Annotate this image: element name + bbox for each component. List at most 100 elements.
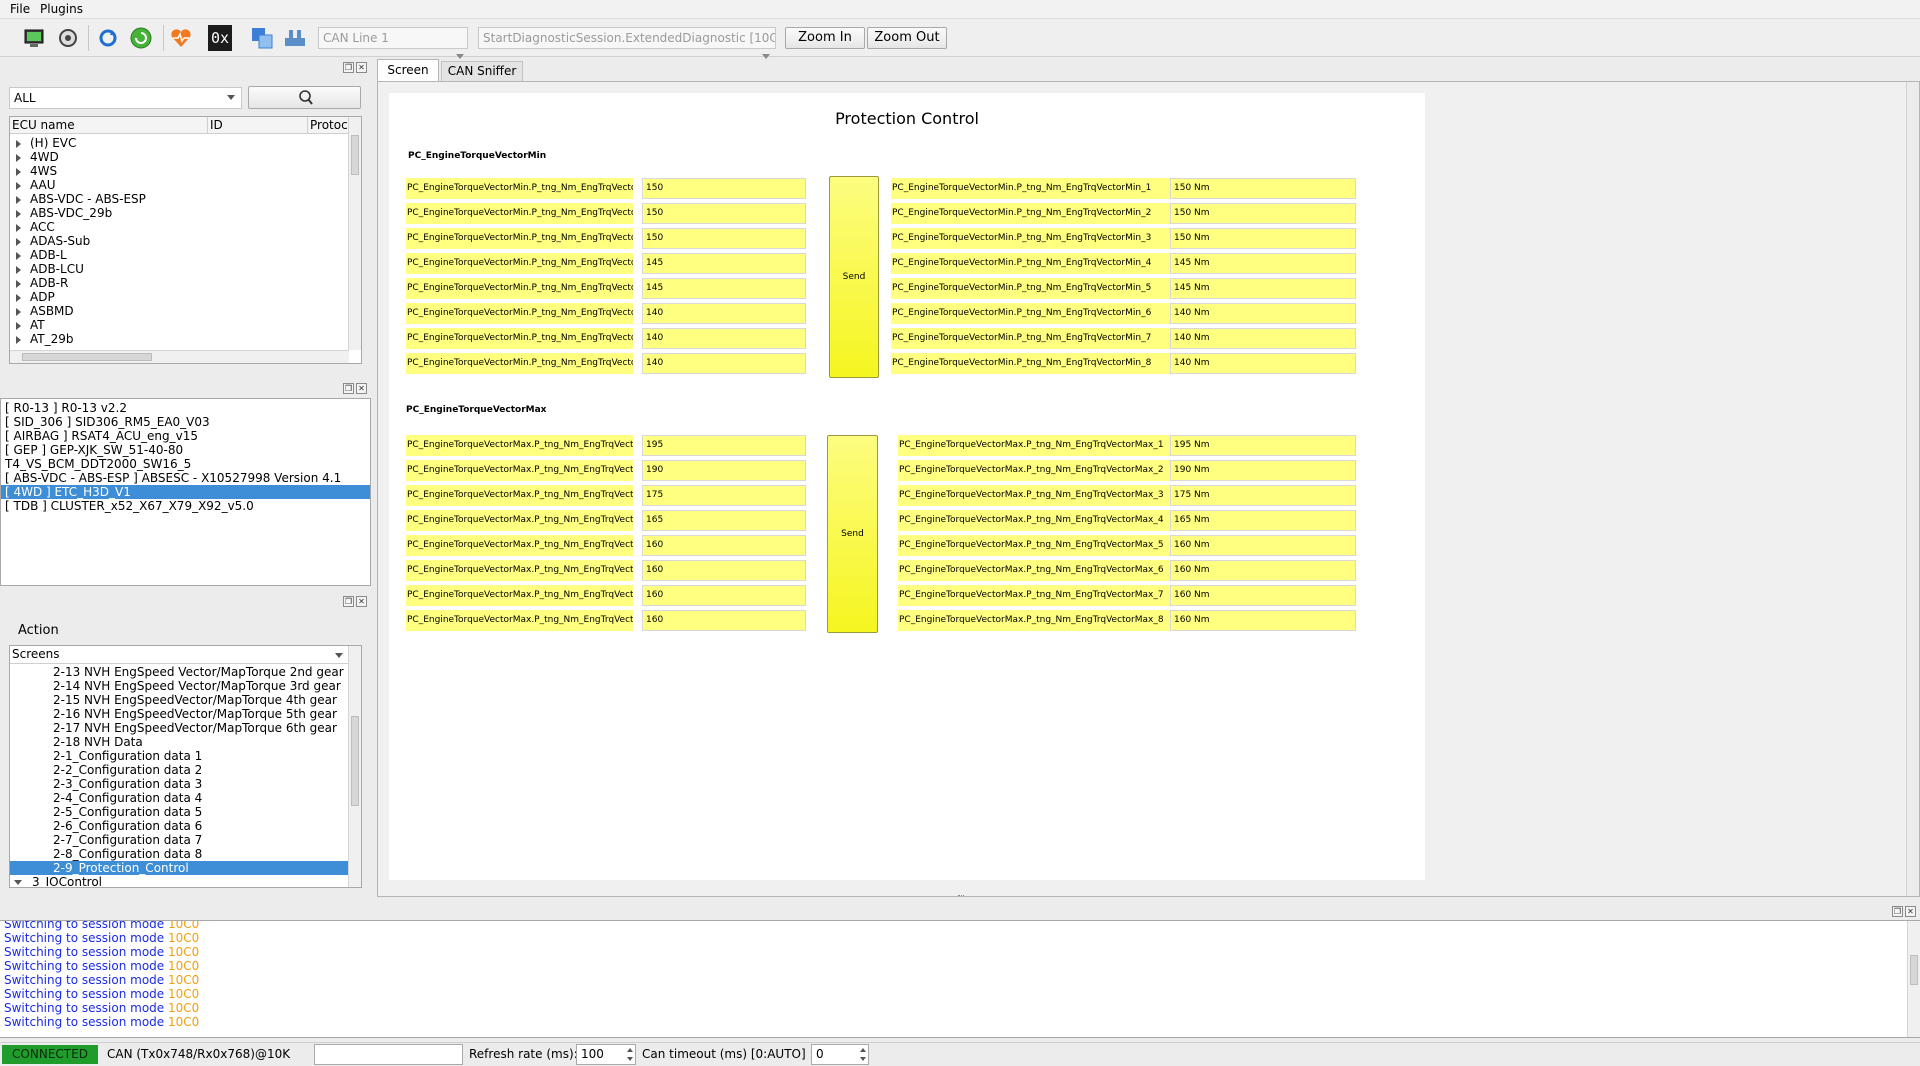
device-list-item[interactable]: [ R0-13 ] R0-13 v2.2 (1, 401, 370, 415)
close-icon[interactable]: ✕ (1905, 906, 1916, 917)
spin-down-icon[interactable] (860, 1057, 866, 1061)
action-item[interactable]: 2-17 NVH EngSpeedVector/MapTorque 6th ge… (10, 721, 349, 735)
hex-mode-icon[interactable]: 0x (208, 25, 232, 51)
ecu-tree-item[interactable]: ADP (16, 290, 55, 304)
expand-arrow-icon[interactable] (16, 237, 21, 246)
expand-arrow-icon[interactable] (16, 279, 21, 288)
spin-up-icon[interactable] (627, 1048, 633, 1052)
connect-icon[interactable] (128, 25, 154, 51)
scroll-thumb[interactable] (22, 353, 152, 361)
device-list-item[interactable]: T4_VS_BCM_DDT2000_SW16_5 (1, 457, 370, 471)
ecu-tree-item[interactable]: ASBMD (16, 304, 74, 318)
expand-arrow-icon[interactable] (16, 251, 21, 260)
action-item[interactable]: 2-15 NVH EngSpeedVector/MapTorque 4th ge… (10, 693, 349, 707)
col-id[interactable]: ID (210, 118, 223, 132)
menu-file[interactable]: File (10, 2, 30, 16)
zoom-out-button[interactable]: Zoom Out (867, 27, 947, 49)
expand-arrow-icon[interactable] (16, 293, 21, 302)
refresh-rate-spinbox[interactable]: 100 (576, 1044, 636, 1065)
value-input[interactable]: 195 (642, 435, 806, 456)
ecu-tree-hscroll[interactable] (10, 350, 349, 363)
value-input[interactable]: 165 (642, 510, 806, 531)
ecu-search-button[interactable] (248, 86, 361, 109)
expand-arrow-icon[interactable] (16, 167, 21, 176)
expand-arrow-icon[interactable] (16, 139, 21, 148)
action-type-select[interactable]: Screens (10, 646, 349, 664)
col-ecu-name[interactable]: ECU name (12, 118, 75, 132)
ecu-tree-item[interactable]: ABS-VDC_29b (16, 206, 112, 220)
network-icon[interactable] (282, 25, 308, 51)
action-item[interactable]: 2-14 NVH EngSpeed Vector/MapTorque 3rd g… (10, 679, 349, 693)
close-icon[interactable]: ✕ (356, 596, 367, 607)
float-icon[interactable]: ❐ (343, 596, 354, 607)
translate-icon[interactable] (249, 25, 275, 51)
ecu-tree-item[interactable]: 4WS (16, 164, 57, 178)
value-input[interactable]: 160 (642, 610, 806, 631)
expand-arrow-icon[interactable] (16, 265, 21, 274)
ecu-tree-vscroll[interactable] (348, 117, 361, 350)
ecu-filter-select[interactable]: ALL (9, 87, 242, 109)
can-timeout-spinbox[interactable]: 0 (811, 1044, 869, 1065)
action-item[interactable]: 2-8_Configuration data 8 (10, 847, 349, 861)
action-item[interactable]: 2-2_Configuration data 2 (10, 763, 349, 777)
value-input[interactable]: 190 (642, 460, 806, 481)
expand-arrow-icon[interactable] (16, 195, 21, 204)
ecu-tree-item[interactable]: ABS-VDC - ABS-ESP (16, 192, 146, 206)
ecu-tree-item[interactable]: AT (16, 318, 45, 332)
expand-arrow-icon[interactable] (16, 321, 21, 330)
value-input[interactable]: 160 (642, 560, 806, 581)
action-item[interactable]: 2-18 NVH Data (10, 735, 349, 749)
heartbeat-icon[interactable] (168, 25, 194, 51)
send-max-button[interactable]: Send (827, 435, 878, 633)
expand-arrow-icon[interactable] (16, 223, 21, 232)
value-input[interactable]: 160 (642, 535, 806, 556)
refresh-icon[interactable] (95, 25, 121, 51)
tab-screen[interactable]: Screen (377, 59, 439, 81)
device-list-item[interactable]: [ 4WD ] ETC_H3D_V1 (1, 485, 370, 499)
scan-gear-icon[interactable] (55, 25, 81, 51)
menu-plugins[interactable]: Plugins (40, 2, 83, 16)
scroll-thumb[interactable] (1910, 955, 1918, 985)
device-list-item[interactable]: [ GEP ] GEP-XJK_SW_51-40-80 (1, 443, 370, 457)
action-item[interactable]: 2-5_Configuration data 5 (10, 805, 349, 819)
device-list-item[interactable]: [ SID_306 ] SID306_RM5_EA0_V03 (1, 415, 370, 429)
collapse-arrow-icon[interactable] (14, 880, 22, 885)
expand-arrow-icon[interactable] (16, 153, 21, 162)
zoom-in-button[interactable]: Zoom In (785, 27, 865, 49)
float-icon[interactable]: ❐ (343, 62, 354, 73)
scroll-thumb[interactable] (351, 135, 359, 175)
expand-arrow-icon[interactable] (16, 181, 21, 190)
expand-arrow-icon[interactable] (16, 209, 21, 218)
screen-vscroll[interactable] (1906, 82, 1919, 896)
device-list-item[interactable]: [ TDB ] CLUSTER_x52_X67_X79_X92_v5.0 (1, 499, 370, 513)
spin-up-icon[interactable] (860, 1048, 866, 1052)
action-item[interactable]: 2-13 NVH EngSpeed Vector/MapTorque 2nd g… (10, 665, 349, 679)
action-item[interactable]: 2-6_Configuration data 6 (10, 819, 349, 833)
ecu-tree-item[interactable]: ADB-R (16, 276, 68, 290)
ecu-monitor-icon[interactable] (21, 25, 47, 51)
ecu-tree-item[interactable]: ADB-L (16, 248, 67, 262)
expand-arrow-icon[interactable] (16, 307, 21, 316)
can-line-select[interactable]: CAN Line 1 (318, 27, 468, 49)
send-min-button[interactable]: Send (829, 176, 879, 378)
device-list-item[interactable]: [ AIRBAG ] RSAT4_ACU_eng_v15 (1, 429, 370, 443)
log-vscroll[interactable] (1907, 921, 1920, 1037)
ecu-tree-item[interactable]: (H) EVC (16, 136, 76, 150)
action-item[interactable]: 2-4_Configuration data 4 (10, 791, 349, 805)
action-vscroll[interactable] (348, 646, 361, 887)
ecu-tree-item[interactable]: ADAS-Sub (16, 234, 90, 248)
float-icon[interactable]: ❐ (1892, 906, 1903, 917)
action-item[interactable]: 2-1_Configuration data 1 (10, 749, 349, 763)
close-icon[interactable]: ✕ (356, 62, 367, 73)
action-group-item[interactable]: 3_IOControl (10, 875, 102, 887)
action-item[interactable]: 2-9_Protection_Control (10, 861, 349, 875)
scroll-thumb[interactable] (351, 716, 359, 806)
tab-can-sniffer[interactable]: CAN Sniffer (441, 61, 523, 81)
value-input[interactable]: 175 (642, 485, 806, 506)
ecu-tree-item[interactable]: 4WD (16, 150, 59, 164)
close-icon[interactable]: ✕ (356, 383, 367, 394)
ecu-tree-item[interactable]: ACC (16, 220, 55, 234)
ecu-tree-item[interactable]: AT_29b (16, 332, 74, 346)
action-item[interactable]: 2-16 NVH EngSpeedVector/MapTorque 5th ge… (10, 707, 349, 721)
expand-arrow-icon[interactable] (16, 335, 21, 344)
